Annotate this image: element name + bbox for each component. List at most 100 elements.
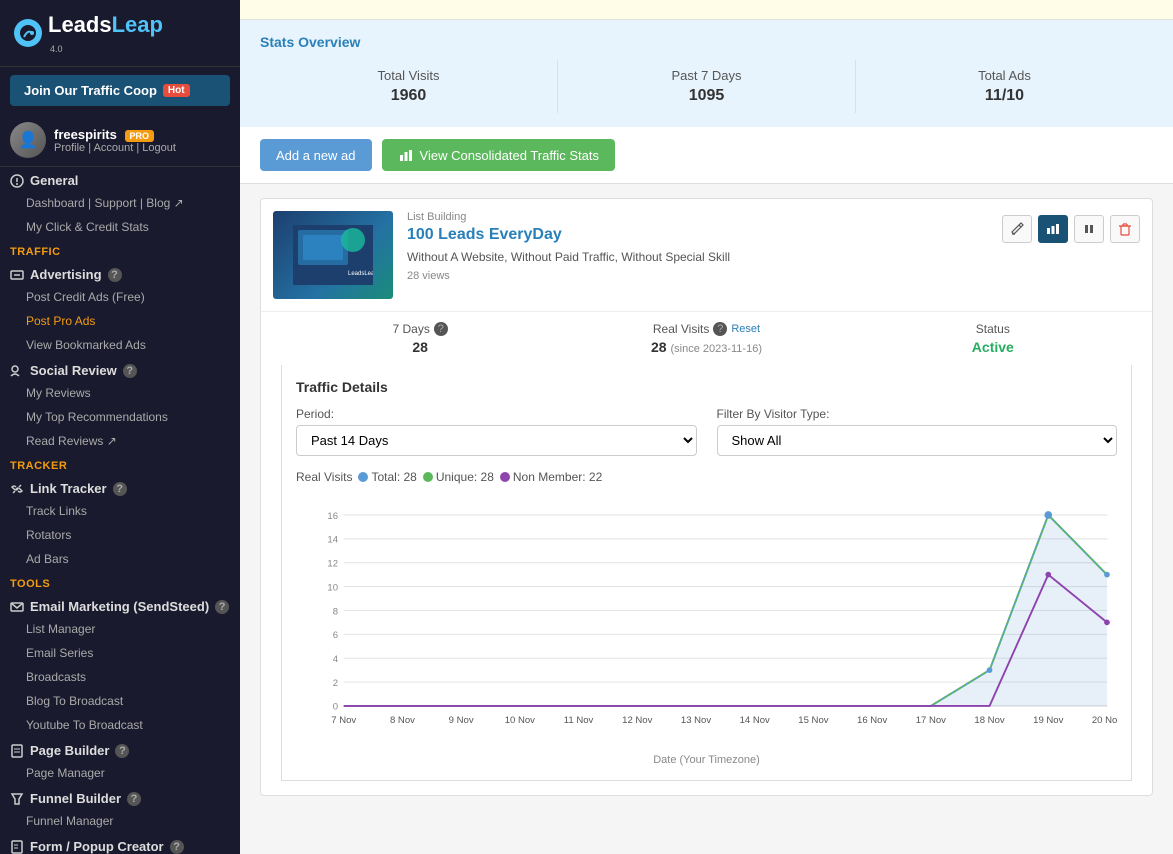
chart-bar-icon — [398, 147, 414, 163]
reset-link[interactable]: Reset — [731, 323, 760, 335]
period-select[interactable]: Past 7 Days Past 14 Days Past 30 Days Pa… — [296, 425, 697, 456]
svg-text:11 Nov: 11 Nov — [564, 715, 594, 726]
sidebar-item-post-credit-ads[interactable]: Post Credit Ads (Free) — [0, 285, 240, 309]
social-review-label: Social Review — [30, 363, 117, 378]
sidebar-section-tracker: Tracker — [0, 453, 240, 475]
legend-non-member-label: Non Member: 22 — [513, 470, 602, 484]
sidebar-item-advertising[interactable]: Advertising ? — [0, 261, 240, 285]
logout-link[interactable]: Logout — [142, 142, 176, 154]
email-marketing-icon — [10, 600, 24, 614]
past-7-days-value: 1095 — [568, 87, 845, 105]
sidebar-item-funnel-manager[interactable]: Funnel Manager — [0, 809, 240, 833]
sidebar-item-top-recommendations[interactable]: My Top Recommendations — [0, 405, 240, 429]
real-visits-info-icon[interactable]: ? — [713, 322, 727, 336]
sidebar-item-page-manager[interactable]: Page Manager — [0, 761, 240, 785]
svg-text:12 Nov: 12 Nov — [622, 715, 652, 726]
stats-card-past-7-days: Past 7 Days 1095 — [557, 60, 856, 113]
ad-card: LeadsLeap List Building 100 Leads EveryD… — [260, 198, 1153, 796]
sidebar-item-youtube-broadcast[interactable]: Youtube To Broadcast — [0, 713, 240, 737]
sidebar-item-blog-broadcast[interactable]: Blog To Broadcast — [0, 689, 240, 713]
logo-text: LeadsLeap — [48, 12, 163, 38]
stats-overview: Stats Overview Total Visits 1960 Past 7 … — [240, 20, 1173, 127]
pause-icon — [1082, 222, 1096, 236]
real-visits-stat-value: 28 (since 2023-11-16) — [563, 339, 849, 355]
hot-badge: Hot — [163, 84, 190, 97]
sidebar-item-page-builder[interactable]: Page Builder ? — [0, 737, 240, 761]
sidebar-item-dashboard[interactable]: Dashboard | Support | Blog ↗ — [0, 191, 240, 215]
ad-image-svg: LeadsLeap — [293, 225, 373, 285]
sidebar-item-social-review[interactable]: Social Review ? — [0, 357, 240, 381]
profile-link[interactable]: Profile — [54, 142, 85, 154]
page-builder-info-icon[interactable]: ? — [115, 744, 129, 758]
7days-stat-value: 28 — [277, 339, 563, 355]
sidebar-item-track-links[interactable]: Track Links — [0, 499, 240, 523]
bar-chart-icon — [1046, 222, 1060, 236]
legend-non-member: Non Member: 22 — [500, 470, 602, 484]
sidebar-item-email-series[interactable]: Email Series — [0, 641, 240, 665]
visitor-type-label: Filter By Visitor Type: — [717, 407, 1118, 421]
username: freespirits — [54, 127, 117, 142]
social-review-icon — [10, 364, 24, 378]
dot-nonmember-20nov — [1104, 620, 1110, 626]
visitor-type-select[interactable]: Show All Members Only Non Members Only — [717, 425, 1118, 456]
sidebar-item-form-creator[interactable]: Form / Popup Creator ? — [0, 833, 240, 854]
sidebar-item-rotators[interactable]: Rotators — [0, 523, 240, 547]
social-review-info-icon[interactable]: ? — [123, 364, 137, 378]
pause-ad-button[interactable] — [1074, 215, 1104, 243]
sidebar-item-broadcasts[interactable]: Broadcasts — [0, 665, 240, 689]
sidebar-item-my-reviews[interactable]: My Reviews — [0, 381, 240, 405]
form-creator-info-icon[interactable]: ? — [170, 840, 184, 854]
svg-text:16 Nov: 16 Nov — [857, 715, 887, 726]
link-tracker-icon — [10, 482, 24, 496]
delete-ad-button[interactable] — [1110, 215, 1140, 243]
ad-info: List Building 100 Leads EveryDay Without… — [407, 211, 988, 282]
sidebar-item-funnel-builder[interactable]: Funnel Builder ? — [0, 785, 240, 809]
ad-stat-status: Status Active — [850, 322, 1136, 355]
ad-stats-row: 7 Days ? 28 Real Visits ? Reset 28 (sinc… — [261, 311, 1152, 365]
svg-text:12: 12 — [327, 559, 338, 570]
advertising-info-icon[interactable]: ? — [108, 268, 122, 282]
advertising-icon — [10, 268, 24, 282]
add-new-ad-button[interactable]: Add a new ad — [260, 139, 372, 171]
traffic-coop-button[interactable]: Join Our Traffic Coop Hot — [10, 75, 230, 106]
period-filter-group: Period: Past 7 Days Past 14 Days Past 30… — [296, 407, 697, 456]
ad-action-buttons — [1002, 215, 1140, 243]
click-credit-label: My Click & Credit Stats — [26, 220, 149, 234]
edit-ad-button[interactable] — [1002, 215, 1032, 243]
sidebar-item-post-pro-ads[interactable]: Post Pro Ads — [0, 309, 240, 333]
email-marketing-label: Email Marketing (SendSteed) — [30, 599, 209, 614]
sidebar-item-link-tracker[interactable]: Link Tracker ? — [0, 475, 240, 499]
svg-text:7 Nov: 7 Nov — [331, 715, 356, 726]
legend-total-label: Total: 28 — [371, 470, 416, 484]
funnel-builder-info-icon[interactable]: ? — [127, 792, 141, 806]
page-builder-icon — [10, 744, 24, 758]
funnel-builder-icon — [10, 792, 24, 806]
logo-icon — [19, 24, 37, 42]
7days-stat-label: 7 Days ? — [277, 322, 563, 336]
sidebar-item-ad-bars[interactable]: Ad Bars — [0, 547, 240, 571]
chart-legend-row: Real Visits Total: 28 Unique: 28 Non Mem… — [296, 470, 1117, 484]
sidebar-item-list-manager[interactable]: List Manager — [0, 617, 240, 641]
7days-info-icon[interactable]: ? — [434, 322, 448, 336]
sidebar-item-bookmarked-ads[interactable]: View Bookmarked Ads — [0, 333, 240, 357]
view-stats-button[interactable]: View Consolidated Traffic Stats — [382, 139, 615, 171]
chart-ad-button[interactable] — [1038, 215, 1068, 243]
link-tracker-info-icon[interactable]: ? — [113, 482, 127, 496]
status-stat-value: Active — [850, 339, 1136, 355]
sidebar-section-traffic: Traffic — [0, 239, 240, 261]
email-marketing-info-icon[interactable]: ? — [215, 600, 229, 614]
main-content: Stats Overview Total Visits 1960 Past 7 … — [240, 0, 1173, 854]
funnel-builder-label: Funnel Builder — [30, 791, 121, 806]
svg-text:0: 0 — [333, 702, 338, 713]
sidebar-item-read-reviews[interactable]: Read Reviews ↗ — [0, 429, 240, 453]
dot-total-20nov — [1104, 572, 1110, 578]
sidebar-item-click-credit[interactable]: My Click & Credit Stats — [0, 215, 240, 239]
ad-views: 28 views — [407, 270, 988, 282]
user-links: Profile | Account | Logout — [54, 142, 176, 154]
stats-cards: Total Visits 1960 Past 7 Days 1095 Total… — [260, 60, 1153, 113]
sidebar-item-email-marketing[interactable]: Email Marketing (SendSteed) ? — [0, 593, 240, 617]
legend-total-dot — [358, 472, 368, 482]
edit-icon — [1010, 222, 1024, 236]
account-link[interactable]: Account — [94, 142, 134, 154]
traffic-coop-label: Join Our Traffic Coop — [24, 83, 157, 98]
